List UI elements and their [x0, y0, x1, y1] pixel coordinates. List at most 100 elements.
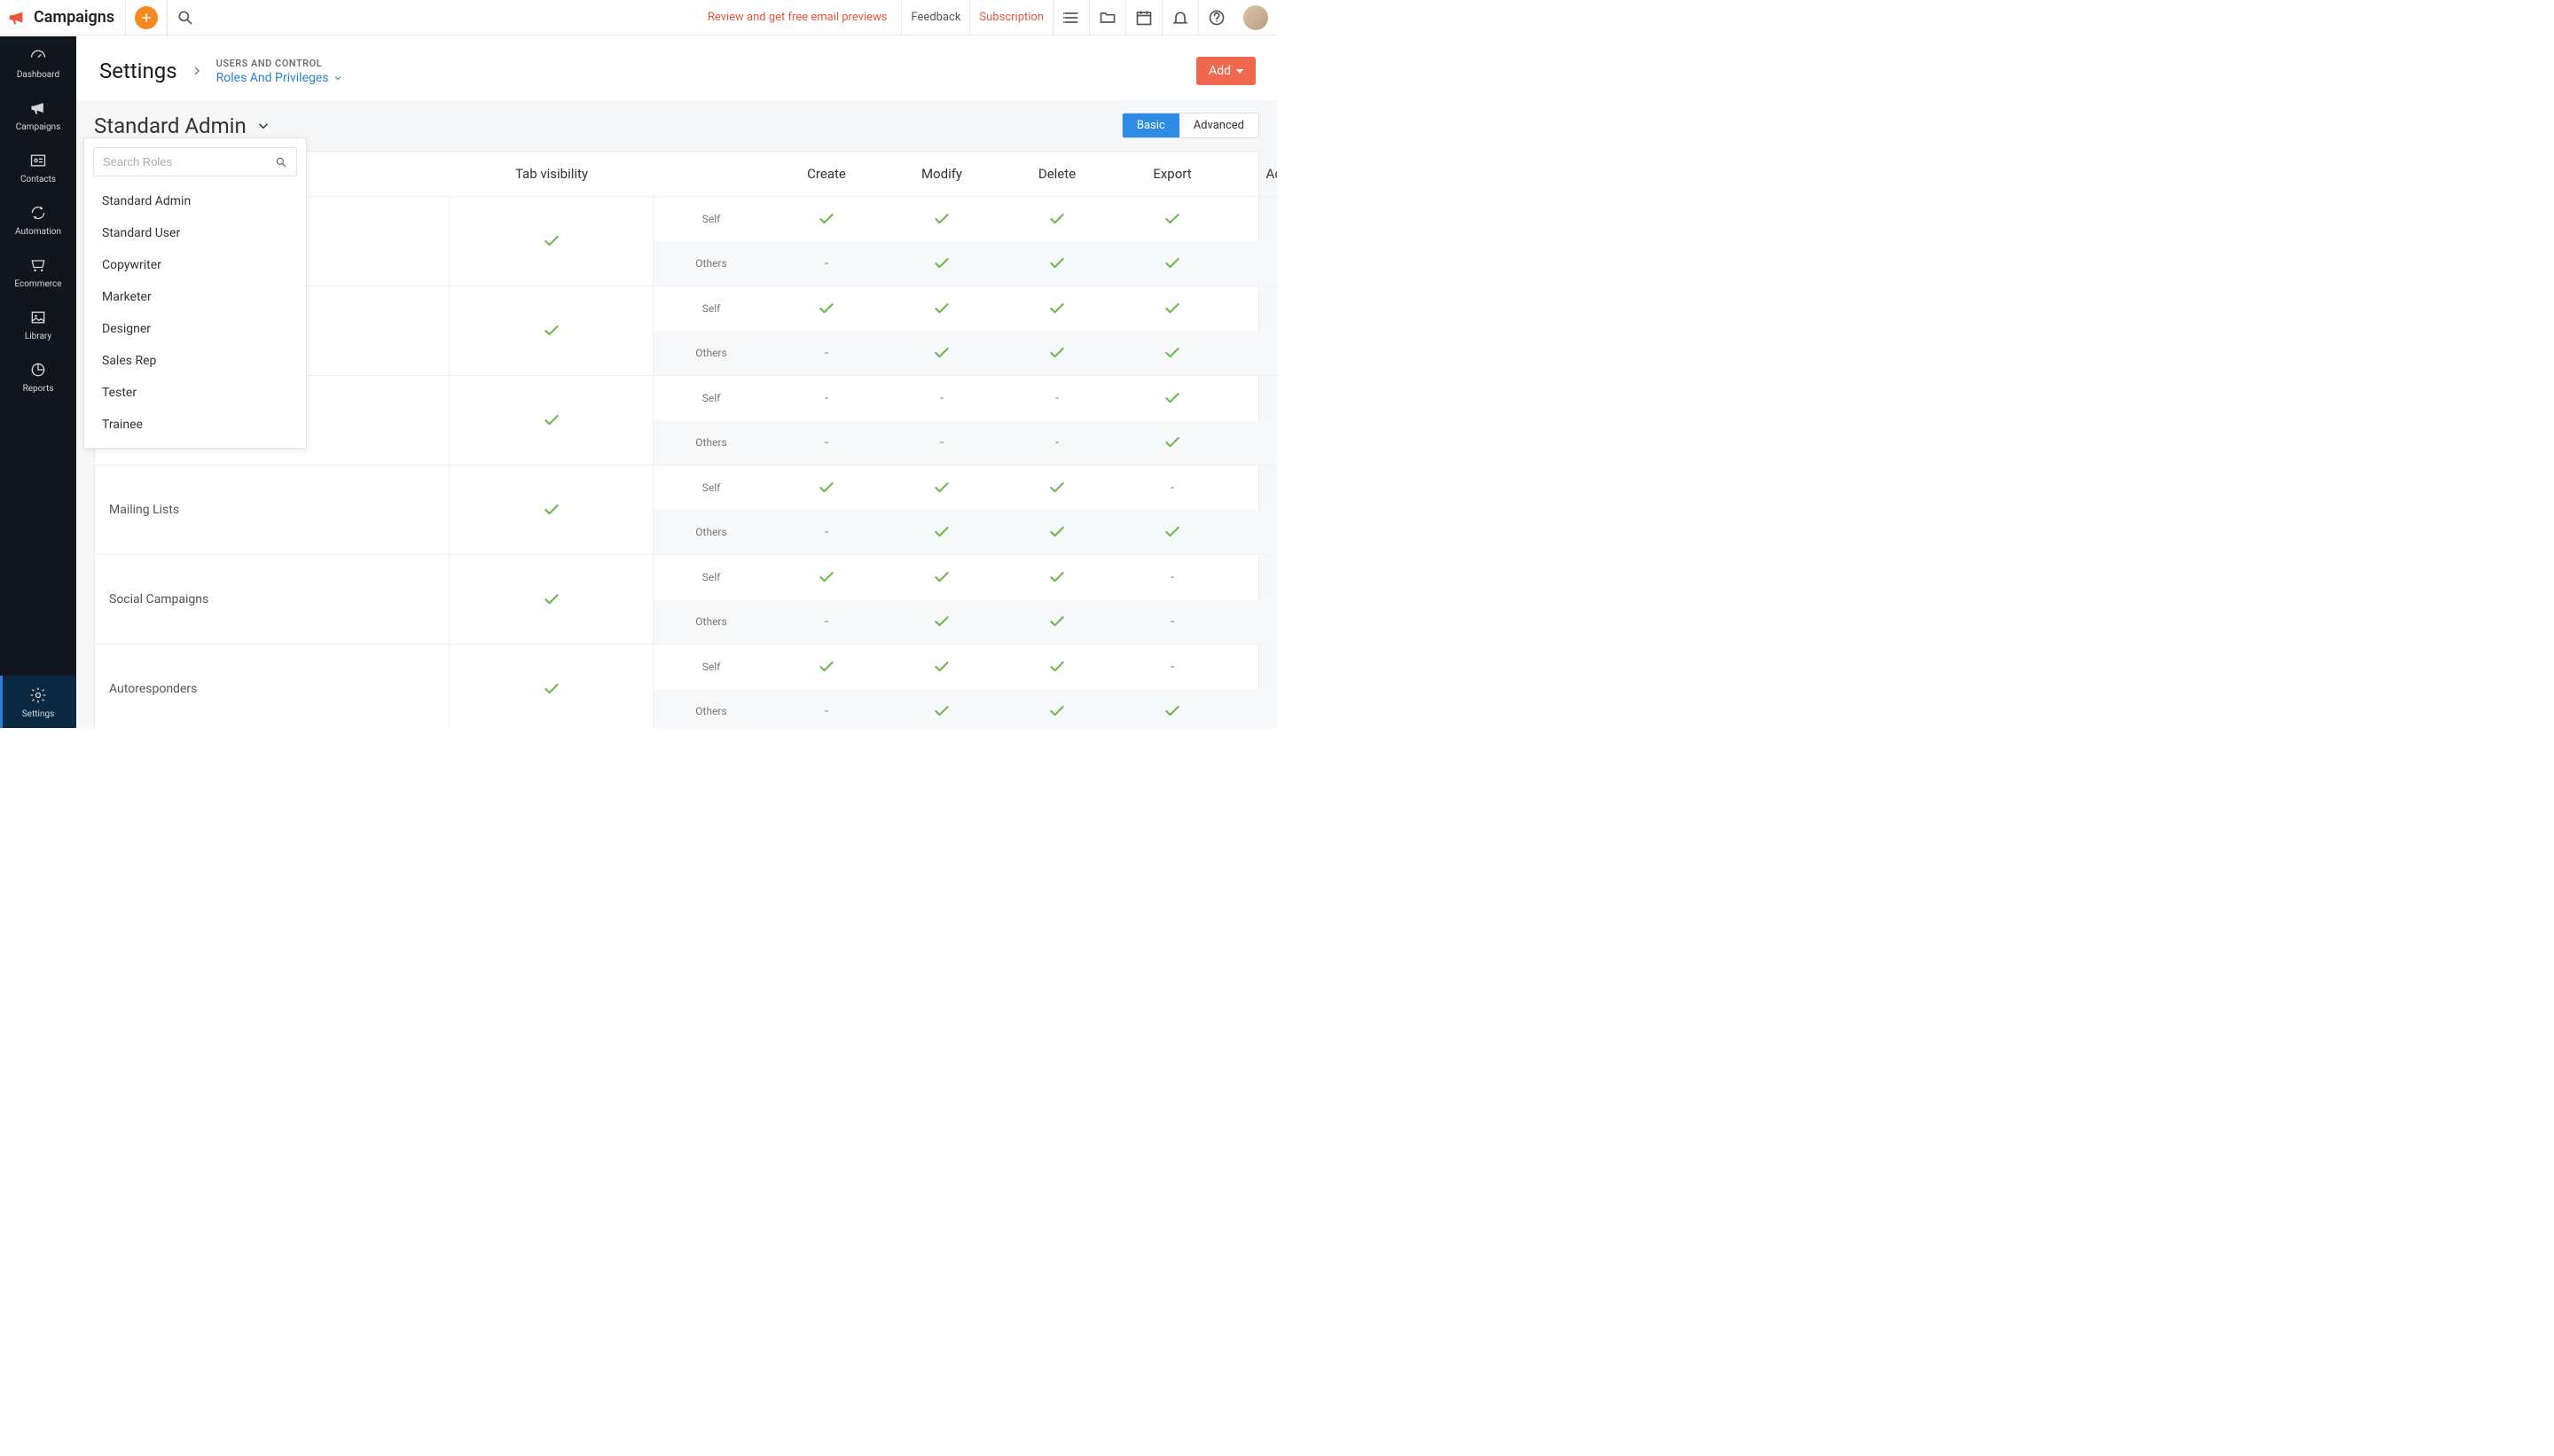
col-delete: Delete — [999, 152, 1115, 196]
page-title: Settings — [99, 59, 177, 83]
feedback-link[interactable]: Feedback — [901, 0, 969, 35]
value-cell — [1115, 344, 1230, 362]
sidebar-item-reports[interactable]: Reports — [0, 350, 76, 403]
check-icon — [543, 501, 560, 519]
activity-list-button[interactable] — [1053, 0, 1089, 35]
feature-label: Social Campaigns — [95, 554, 450, 644]
sidebar-item-library[interactable]: Library — [0, 298, 76, 350]
toggle-basic[interactable]: Basic — [1123, 114, 1179, 137]
value-cell — [1115, 210, 1230, 228]
topbar: Campaigns Review and get free email prev… — [0, 0, 1277, 35]
value-cell — [1230, 300, 1277, 317]
sidebar-item-automation[interactable]: Automation — [0, 193, 76, 246]
sidebar-item-label: Library — [25, 332, 51, 341]
chevron-right-icon — [190, 64, 204, 78]
role-option[interactable]: Trainee — [84, 409, 306, 441]
add-button[interactable]: Add — [1196, 57, 1256, 85]
value-cell — [999, 254, 1115, 272]
help-icon — [1208, 9, 1226, 27]
value-cell: - — [884, 391, 999, 405]
check-icon — [543, 322, 560, 340]
check-icon — [1163, 254, 1181, 272]
tab-visibility-cell — [450, 554, 654, 644]
value-cell — [999, 658, 1115, 676]
sidebar-item-campaigns[interactable]: Campaigns — [0, 89, 76, 141]
value-cell — [1230, 254, 1277, 272]
sidebar-item-settings[interactable]: Settings — [0, 676, 76, 728]
sidebar-item-dashboard[interactable]: Dashboard — [0, 36, 76, 89]
role-search[interactable] — [93, 147, 297, 176]
check-icon — [1048, 702, 1066, 720]
value-cell — [884, 344, 999, 362]
value-cell: - — [999, 391, 1115, 405]
check-icon — [933, 702, 951, 720]
value-cell — [1230, 702, 1277, 720]
check-icon — [1163, 702, 1181, 720]
folders-button[interactable] — [1089, 0, 1125, 35]
check-icon — [1048, 254, 1066, 272]
value-cell: - — [769, 435, 884, 450]
sidebar-item-contacts[interactable]: Contacts — [0, 141, 76, 193]
check-icon — [933, 523, 951, 541]
col-create: Create — [769, 152, 884, 196]
feature-label: Mailing Lists — [95, 465, 450, 554]
value-cell — [884, 568, 999, 586]
avatar[interactable] — [1243, 5, 1268, 30]
value-cell — [884, 479, 999, 497]
table-row: AutorespondersSelf-Others- — [95, 644, 1258, 728]
value-cell — [1230, 658, 1277, 676]
check-icon — [1048, 344, 1066, 362]
role-option[interactable]: Sales Rep — [84, 345, 306, 377]
value-cell: - — [1115, 481, 1230, 495]
col-access: Access — [1230, 152, 1277, 196]
role-option[interactable]: Marketer — [84, 281, 306, 313]
check-icon — [818, 568, 835, 586]
scope-self: Self — [654, 213, 769, 225]
value-cell — [1115, 434, 1230, 451]
subscription-link[interactable]: Subscription — [969, 0, 1053, 35]
role-option[interactable]: Standard Admin — [84, 185, 306, 217]
help-button[interactable] — [1198, 0, 1234, 35]
check-icon — [1048, 300, 1066, 317]
sidebar-item-label: Ecommerce — [14, 279, 61, 289]
value-cell — [1230, 568, 1277, 586]
megaphone-icon — [7, 8, 27, 27]
sidebar-item-ecommerce[interactable]: Ecommerce — [0, 246, 76, 298]
check-icon — [1048, 568, 1066, 586]
value-cell — [1230, 523, 1277, 541]
check-icon — [818, 658, 835, 676]
breadcrumb-page-link[interactable]: Roles And Privileges — [216, 71, 343, 85]
calendar-button[interactable] — [1125, 0, 1162, 35]
role-option[interactable]: Copywriter — [84, 249, 306, 281]
check-icon — [543, 591, 560, 608]
check-icon — [543, 411, 560, 429]
scope-self: Self — [654, 392, 769, 404]
sidebar: Dashboard Campaigns Contacts Automation … — [0, 36, 76, 728]
role-option-list: Standard AdminStandard UserCopywriterMar… — [84, 185, 306, 448]
global-search-button[interactable] — [167, 0, 203, 35]
review-previews-link[interactable]: Review and get free email previews — [693, 11, 902, 24]
brand-name: Campaigns — [34, 8, 114, 27]
value-cell: - — [769, 704, 884, 718]
check-icon — [1163, 523, 1181, 541]
value-cell: - — [769, 346, 884, 360]
role-option[interactable]: Designer — [84, 313, 306, 345]
value-cell — [1230, 613, 1277, 630]
role-search-input[interactable] — [103, 155, 275, 168]
check-icon — [933, 254, 951, 272]
check-icon — [1048, 613, 1066, 630]
megaphone-icon — [29, 99, 47, 117]
caret-down-icon — [1236, 69, 1243, 74]
value-cell: - — [769, 525, 884, 539]
toggle-advanced[interactable]: Advanced — [1179, 114, 1258, 137]
role-option[interactable]: Standard User — [84, 217, 306, 249]
check-icon — [933, 210, 951, 228]
role-option[interactable]: Tester — [84, 377, 306, 409]
add-new-button[interactable] — [125, 0, 167, 35]
value-cell — [884, 254, 999, 272]
check-icon — [933, 300, 951, 317]
brand-logo[interactable]: Campaigns — [0, 0, 125, 35]
role-select-trigger[interactable]: Standard Admin — [94, 114, 271, 138]
notifications-button[interactable] — [1162, 0, 1198, 35]
value-cell — [999, 523, 1115, 541]
